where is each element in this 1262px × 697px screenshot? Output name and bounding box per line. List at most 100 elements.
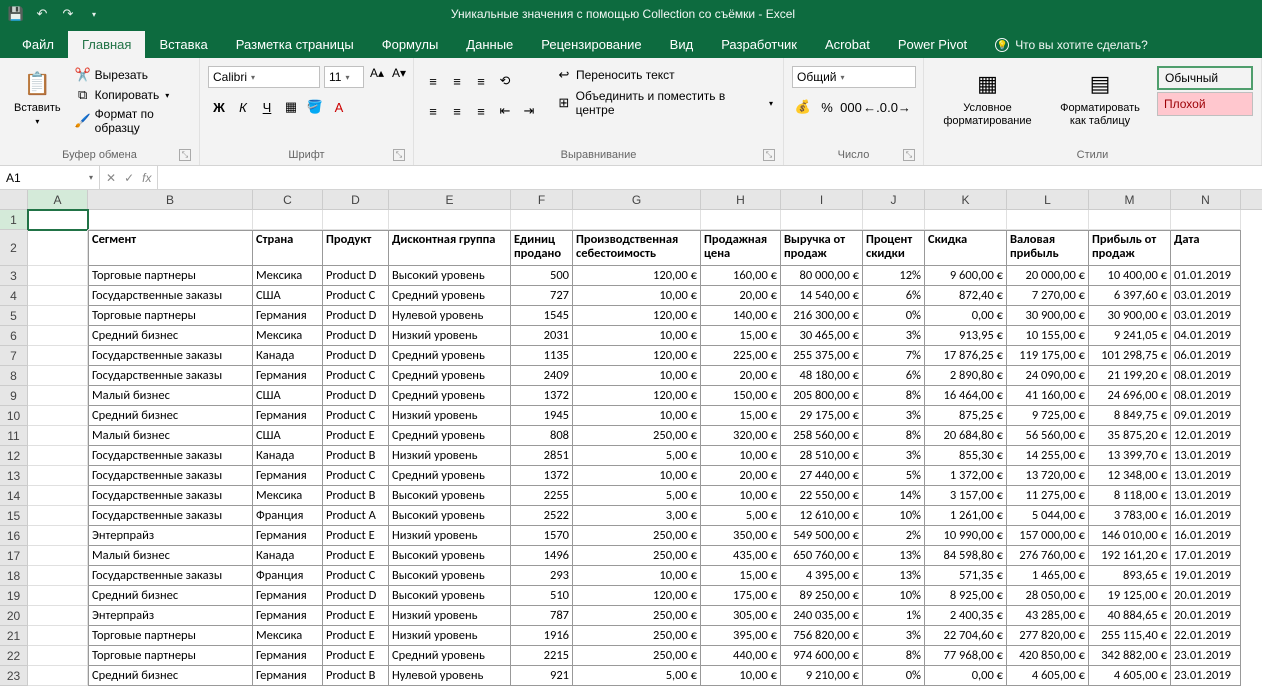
italic-button[interactable]: К: [232, 96, 254, 118]
cell[interactable]: Германия: [253, 606, 323, 626]
cell[interactable]: [863, 210, 925, 230]
cancel-icon[interactable]: ✕: [106, 171, 116, 185]
cell[interactable]: 2215: [511, 646, 573, 666]
cell[interactable]: 16.01.2019: [1171, 526, 1241, 546]
table-header[interactable]: Производственная себестоимость: [573, 230, 701, 266]
tab-home[interactable]: Главная: [68, 31, 145, 58]
row-header[interactable]: 2: [0, 230, 28, 266]
cell[interactable]: 3%: [863, 406, 925, 426]
cell[interactable]: [253, 210, 323, 230]
cell[interactable]: 16 464,00 €: [925, 386, 1007, 406]
cell[interactable]: 6 397,60 €: [1089, 286, 1171, 306]
tab-data[interactable]: Данные: [452, 31, 527, 58]
cell[interactable]: 1%: [863, 606, 925, 626]
cell[interactable]: Средний уровень: [389, 426, 511, 446]
cell[interactable]: 1372: [511, 386, 573, 406]
cell[interactable]: 13 399,70 €: [1089, 446, 1171, 466]
cell[interactable]: [28, 546, 88, 566]
cell[interactable]: 3 157,00 €: [925, 486, 1007, 506]
row-header[interactable]: 6: [0, 326, 28, 346]
cell[interactable]: Германия: [253, 306, 323, 326]
cell[interactable]: 510: [511, 586, 573, 606]
copy-button[interactable]: ⧉Копировать▾: [73, 86, 191, 104]
tab-insert[interactable]: Вставка: [145, 31, 221, 58]
style-normal[interactable]: Обычный: [1157, 66, 1253, 90]
cell[interactable]: Высокий уровень: [389, 506, 511, 526]
cell[interactable]: Product D: [323, 306, 389, 326]
cell[interactable]: Малый бизнес: [88, 426, 253, 446]
cell[interactable]: [28, 286, 88, 306]
cell[interactable]: [389, 210, 511, 230]
underline-button[interactable]: Ч: [256, 96, 278, 118]
cell[interactable]: Средний бизнес: [88, 406, 253, 426]
cell[interactable]: 5 044,00 €: [1007, 506, 1089, 526]
clipboard-launcher[interactable]: ⤡: [179, 149, 191, 161]
row-header[interactable]: 10: [0, 406, 28, 426]
cell[interactable]: Германия: [253, 366, 323, 386]
table-header[interactable]: Дисконтная группа: [389, 230, 511, 266]
cell[interactable]: [28, 446, 88, 466]
align-right-icon[interactable]: ≡: [470, 100, 492, 122]
cell[interactable]: Торговые партнеры: [88, 646, 253, 666]
cell[interactable]: 4 395,00 €: [781, 566, 863, 586]
cell[interactable]: Product D: [323, 586, 389, 606]
cell[interactable]: 22 550,00 €: [781, 486, 863, 506]
cell[interactable]: [781, 210, 863, 230]
cell[interactable]: 20 000,00 €: [1007, 266, 1089, 286]
cell[interactable]: 205 800,00 €: [781, 386, 863, 406]
cell[interactable]: [28, 666, 88, 686]
cell[interactable]: 29 175,00 €: [781, 406, 863, 426]
cell[interactable]: 23.01.2019: [1171, 666, 1241, 686]
cell[interactable]: 342 882,00 €: [1089, 646, 1171, 666]
col-header-F[interactable]: F: [511, 190, 573, 209]
table-header[interactable]: Сегмент: [88, 230, 253, 266]
tell-me-search[interactable]: 💡 Что вы хотите сделать?: [981, 32, 1162, 58]
cell[interactable]: Высокий уровень: [389, 486, 511, 506]
cell[interactable]: 120,00 €: [573, 346, 701, 366]
cell[interactable]: 1545: [511, 306, 573, 326]
cell[interactable]: США: [253, 386, 323, 406]
cell[interactable]: 15,00 €: [701, 566, 781, 586]
cell[interactable]: Product C: [323, 566, 389, 586]
cell[interactable]: 5,00 €: [573, 486, 701, 506]
cell[interactable]: Product E: [323, 526, 389, 546]
enter-icon[interactable]: ✓: [124, 171, 134, 185]
cell[interactable]: 56 560,00 €: [1007, 426, 1089, 446]
cell[interactable]: 15,00 €: [701, 406, 781, 426]
cell[interactable]: 1496: [511, 546, 573, 566]
cell[interactable]: [28, 266, 88, 286]
align-launcher[interactable]: ⤡: [763, 149, 775, 161]
cell[interactable]: 2 400,35 €: [925, 606, 1007, 626]
fill-color-button[interactable]: 🪣: [304, 96, 326, 118]
cell[interactable]: [1171, 210, 1241, 230]
row-header[interactable]: 4: [0, 286, 28, 306]
cell[interactable]: Торговые партнеры: [88, 266, 253, 286]
cell[interactable]: 250,00 €: [573, 426, 701, 446]
align-middle-icon[interactable]: ≡: [446, 70, 468, 92]
cell[interactable]: 1135: [511, 346, 573, 366]
cell[interactable]: 13 720,00 €: [1007, 466, 1089, 486]
cell[interactable]: 893,65 €: [1089, 566, 1171, 586]
cell[interactable]: 2522: [511, 506, 573, 526]
cell[interactable]: 35 875,20 €: [1089, 426, 1171, 446]
cell[interactable]: 12%: [863, 266, 925, 286]
cell[interactable]: 20.01.2019: [1171, 586, 1241, 606]
cell[interactable]: [88, 210, 253, 230]
cell[interactable]: Германия: [253, 526, 323, 546]
cell[interactable]: 549 500,00 €: [781, 526, 863, 546]
cell[interactable]: 0%: [863, 666, 925, 686]
cell[interactable]: Product D: [323, 326, 389, 346]
cell[interactable]: Средний уровень: [389, 646, 511, 666]
cell[interactable]: 14 255,00 €: [1007, 446, 1089, 466]
row-header[interactable]: 1: [0, 210, 28, 230]
cell[interactable]: [28, 626, 88, 646]
font-size-combo[interactable]: 11▾: [324, 66, 364, 88]
cell[interactable]: [28, 466, 88, 486]
cell[interactable]: 974 600,00 €: [781, 646, 863, 666]
cell[interactable]: 10,00 €: [573, 366, 701, 386]
cell[interactable]: 913,95 €: [925, 326, 1007, 346]
cell[interactable]: [28, 486, 88, 506]
cell[interactable]: 3%: [863, 446, 925, 466]
row-header[interactable]: 16: [0, 526, 28, 546]
cell[interactable]: Малый бизнес: [88, 546, 253, 566]
